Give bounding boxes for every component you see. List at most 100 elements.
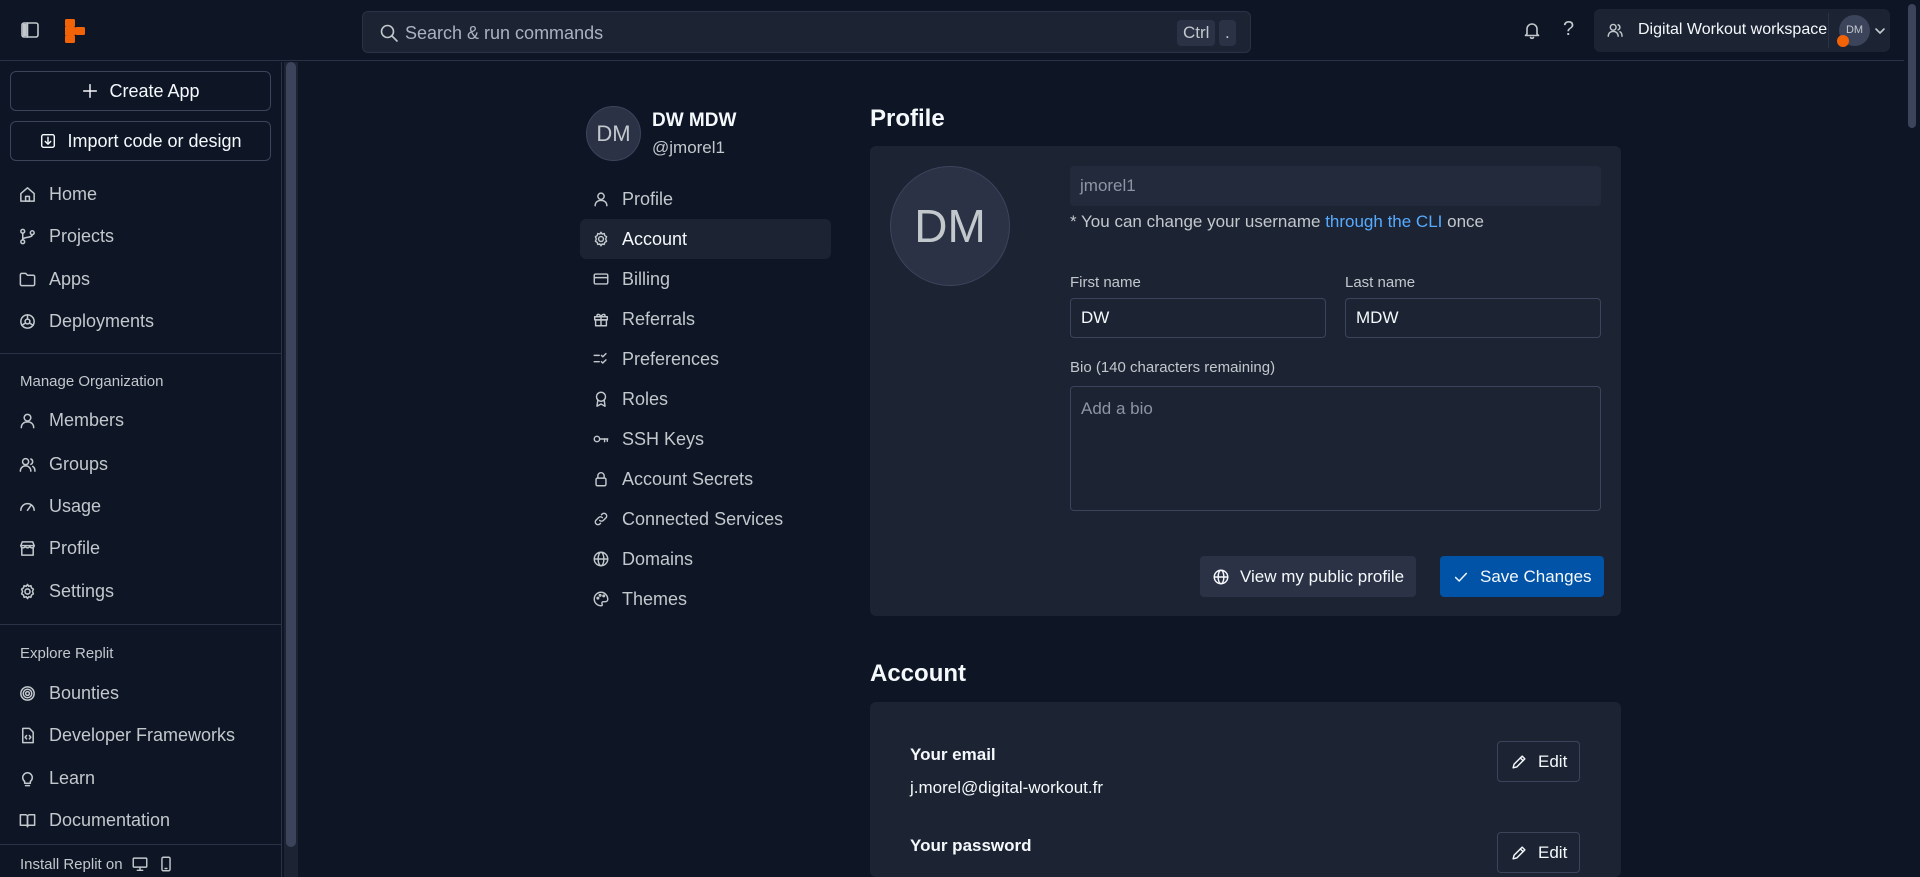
divider <box>0 353 282 354</box>
sidebar-item-apps[interactable]: Apps <box>18 263 90 295</box>
sidebar-item-developer-frameworks[interactable]: Developer Frameworks <box>18 719 235 751</box>
bio-textarea[interactable]: Add a bio <box>1070 386 1601 511</box>
settings-nav-label: Billing <box>622 268 671 289</box>
sidebar-item-bounties[interactable]: Bounties <box>18 677 119 709</box>
import-label: Import code or design <box>67 130 242 151</box>
settings-nav-label: Account Secrets <box>622 468 754 489</box>
replit-logo-icon[interactable] <box>64 19 86 43</box>
gift-icon <box>593 313 609 327</box>
divider <box>1828 13 1829 48</box>
profile-avatar[interactable]: DM <box>890 166 1010 286</box>
command-search-bar[interactable]: Search & run commands Ctrl . <box>362 11 1251 53</box>
mobile-icon[interactable] <box>157 855 175 873</box>
import-button[interactable]: Import code or design <box>10 121 271 161</box>
globe-icon <box>593 551 609 567</box>
users-icon <box>1607 23 1623 38</box>
edit-label: Edit <box>1538 842 1568 862</box>
settings-nav-roles[interactable]: Roles <box>580 379 831 419</box>
pencil-icon <box>1512 845 1526 860</box>
create-app-label: Create App <box>109 80 200 101</box>
gear-icon <box>594 231 608 247</box>
sidebar-item-label: Members <box>49 409 125 430</box>
first-name-field[interactable]: DW <box>1070 298 1326 338</box>
settings-nav-account-secrets[interactable]: Account Secrets <box>580 459 831 499</box>
sidebar-item-label: Groups <box>49 453 109 474</box>
top-bar: Search & run commands Ctrl . ? Digital W… <box>0 0 1904 61</box>
username-hint: * You can change your username through t… <box>1070 212 1484 231</box>
sidebar-item-settings[interactable]: Settings <box>18 575 114 607</box>
sidebar-item-label: Usage <box>49 495 102 516</box>
gear-icon <box>20 583 35 599</box>
settings-nav-profile[interactable]: Profile <box>580 179 831 219</box>
create-app-button[interactable]: Create App <box>10 71 271 111</box>
account-heading: Account <box>870 660 966 687</box>
save-changes-label: Save Changes <box>1480 566 1592 586</box>
edit-password-button[interactable]: Edit <box>1497 832 1581 873</box>
gauge-icon <box>20 502 35 511</box>
username-field: jmorel1 <box>1070 166 1601 206</box>
page-scrollbar[interactable] <box>1904 0 1920 877</box>
settings-nav-ssh-keys[interactable]: SSH Keys <box>580 419 831 459</box>
settings-nav-referrals[interactable]: Referrals <box>580 299 831 339</box>
settings-nav-label: SSH Keys <box>622 428 705 449</box>
sidebar-item-home[interactable]: Home <box>18 178 97 210</box>
desktop-icon[interactable] <box>131 855 149 873</box>
search-placeholder: Search & run commands <box>405 23 604 43</box>
sidebar-item-documentation[interactable]: Documentation <box>18 804 170 836</box>
kbd-dot: . <box>1219 20 1236 46</box>
key-icon <box>593 435 609 443</box>
status-dot <box>1837 35 1849 47</box>
kbd-ctrl: Ctrl <box>1177 20 1216 46</box>
settings-nav-account[interactable]: Account <box>580 219 831 259</box>
sidebar-item-profile[interactable]: Profile <box>18 532 100 564</box>
pencil-icon <box>1512 754 1526 769</box>
lightbulb-icon <box>22 771 33 786</box>
settings-nav-label: Account <box>622 228 688 249</box>
edit-label: Edit <box>1538 751 1568 771</box>
user-icon <box>20 413 35 428</box>
sidebar-item-label: Deployments <box>49 310 155 331</box>
avatar: DM <box>1837 15 1870 47</box>
avatar-initials: DM <box>1845 24 1864 36</box>
profile-panel: DM jmorel1 * You can change your usernam… <box>870 146 1621 616</box>
plus-icon <box>83 83 98 99</box>
last-name-field[interactable]: MDW <box>1345 298 1601 338</box>
help-icon[interactable]: ? <box>1563 18 1574 41</box>
folder-icon <box>19 272 36 286</box>
credit-card-icon <box>593 273 609 285</box>
settings-nav-billing[interactable]: Billing <box>580 259 831 299</box>
user-display-name: DW MDW <box>652 110 737 131</box>
settings-nav-domains[interactable]: Domains <box>580 539 831 579</box>
settings-nav-label: Referrals <box>622 308 696 329</box>
globe-icon <box>1213 569 1229 584</box>
bounties-icon <box>20 685 35 701</box>
avatar: DM <box>586 106 641 161</box>
account-panel: Your email j.morel@digital-workout.fr Ed… <box>870 702 1621 877</box>
sidebar-item-deployments[interactable]: Deployments <box>18 305 154 337</box>
sidebar-item-label: Learn <box>49 767 96 788</box>
sidebar-toggle-icon[interactable] <box>20 20 40 40</box>
cli-link[interactable]: through the CLI <box>1325 212 1442 231</box>
sidebar-item-usage[interactable]: Usage <box>18 490 101 522</box>
left-sidebar: Create App Import code or design Home Pr… <box>0 62 282 877</box>
scrollbar-thumb[interactable] <box>1908 4 1916 128</box>
check-icon <box>1454 572 1468 582</box>
settings-nav-connected-services[interactable]: Connected Services <box>580 499 831 539</box>
workspace-switcher[interactable]: Digital Workout workspace DM <box>1594 9 1890 52</box>
palette-icon <box>593 591 609 607</box>
edit-email-button[interactable]: Edit <box>1497 741 1581 782</box>
save-changes-button[interactable]: Save Changes <box>1440 556 1604 597</box>
sidebar-item-groups[interactable]: Groups <box>18 448 108 480</box>
scrollbar-thumb[interactable] <box>286 62 296 847</box>
settings-nav-label: Roles <box>622 388 669 409</box>
settings-nav-preferences[interactable]: Preferences <box>580 339 831 379</box>
sidebar-item-learn[interactable]: Learn <box>18 762 95 794</box>
sidebar-scrollbar[interactable] <box>284 62 298 877</box>
notifications-bell-icon[interactable] <box>1522 20 1542 40</box>
view-public-profile-button[interactable]: View my public profile <box>1200 556 1417 597</box>
sidebar-item-projects[interactable]: Projects <box>18 220 114 252</box>
settings-nav-themes[interactable]: Themes <box>580 579 831 619</box>
last-name-label: Last name <box>1345 274 1416 291</box>
sidebar-item-members[interactable]: Members <box>18 404 124 436</box>
bio-label: Bio (140 characters remaining) <box>1070 359 1276 376</box>
